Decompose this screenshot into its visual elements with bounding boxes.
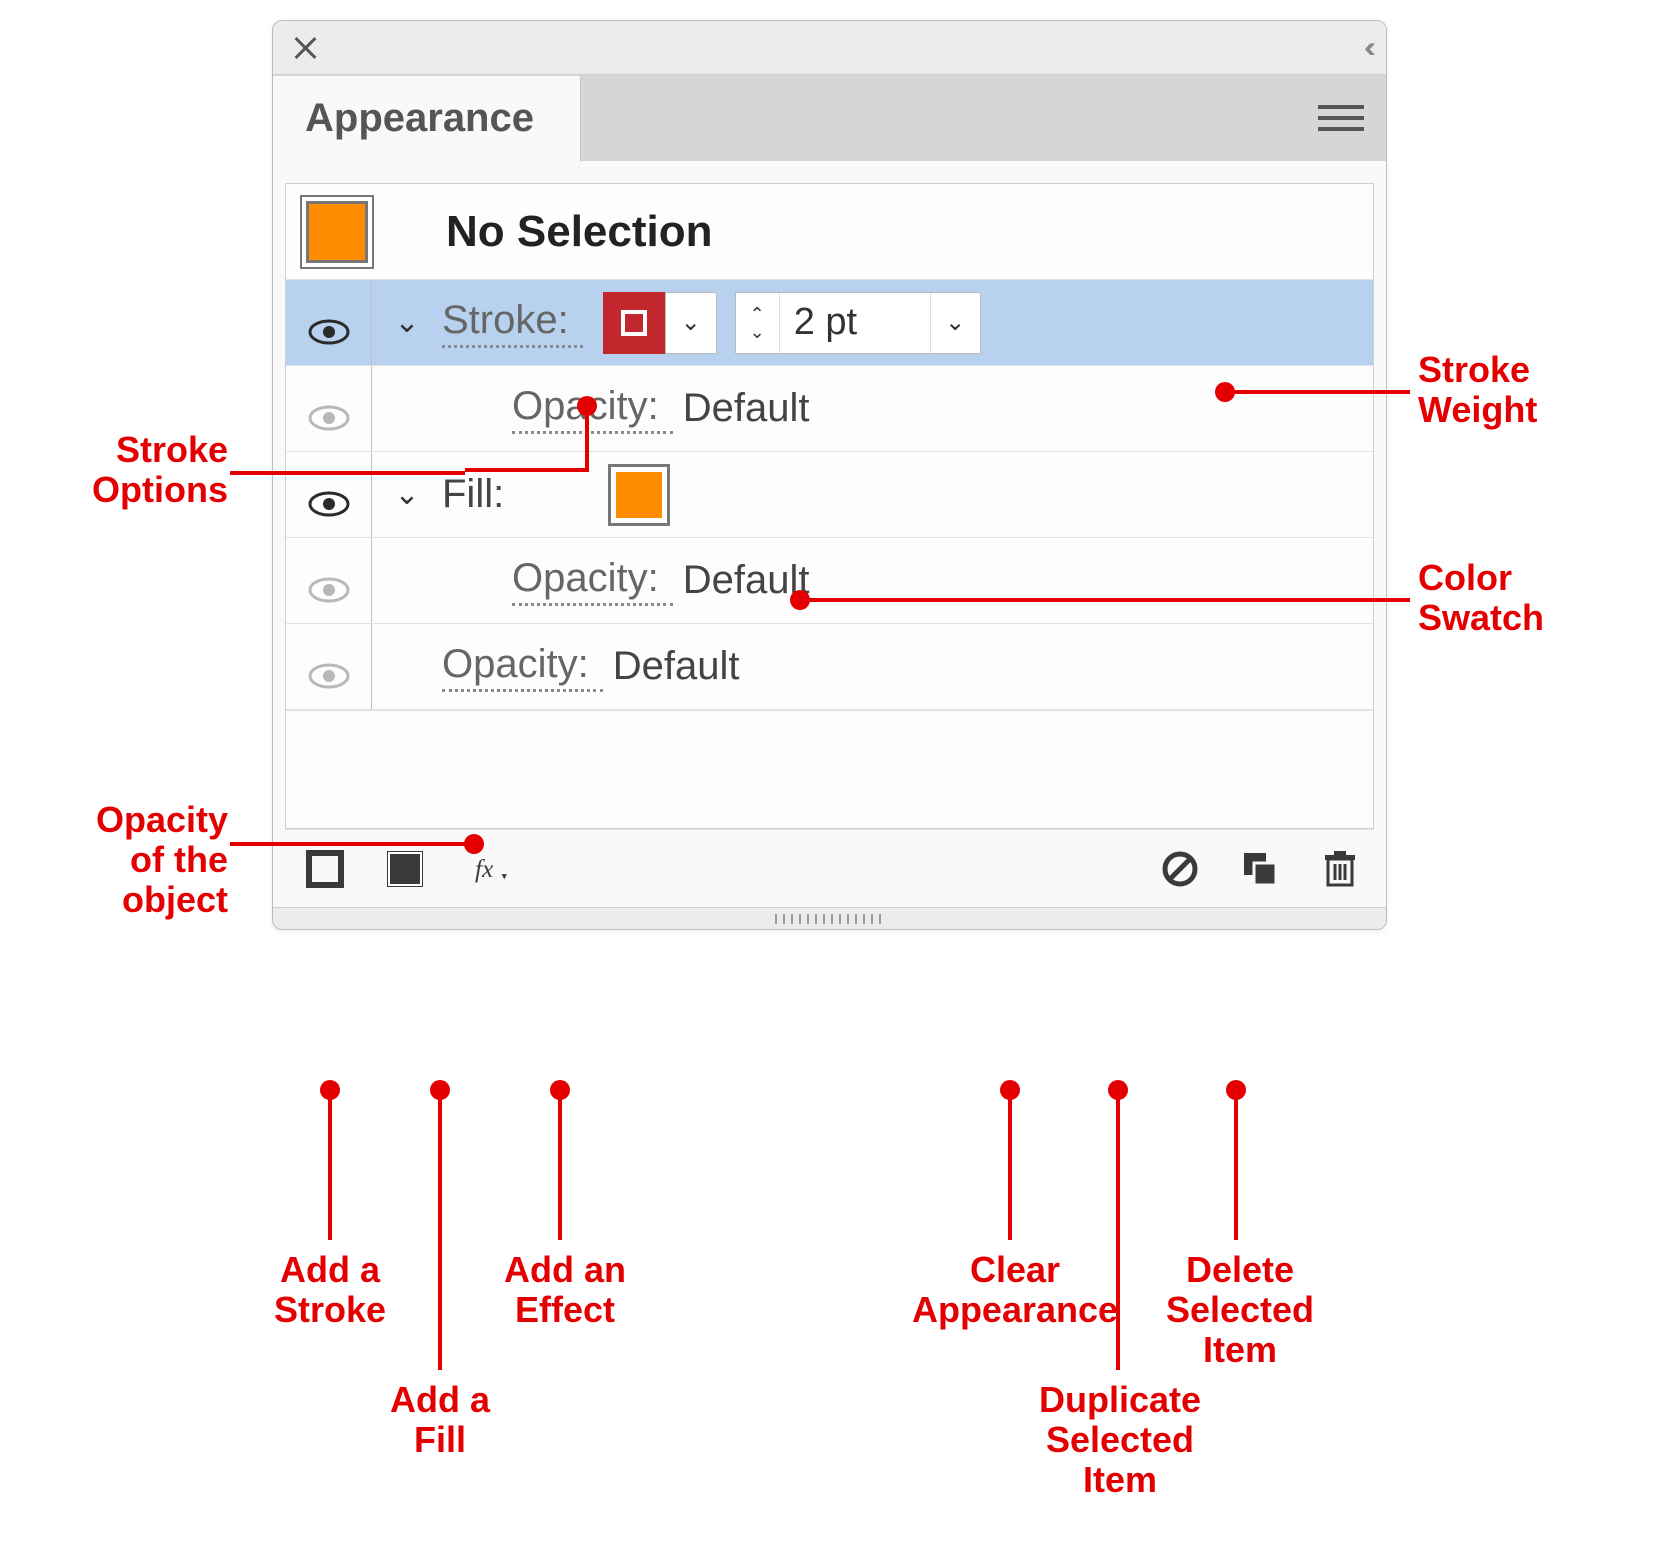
annotation-line [800, 598, 1410, 602]
expand-chevron-icon[interactable]: ⌄ [372, 477, 442, 512]
selection-header-row: No Selection [286, 184, 1373, 280]
add-stroke-button[interactable] [305, 849, 345, 889]
add-fill-button[interactable] [385, 849, 425, 889]
annotation-line [465, 468, 589, 472]
fill-color-swatch[interactable] [608, 464, 670, 526]
annotation-line [1234, 1090, 1238, 1240]
stepper-arrows-icon[interactable]: ⌃⌄ [736, 293, 780, 353]
stroke-color-swatch[interactable] [603, 292, 665, 354]
opacity-label[interactable]: Opacity: [512, 556, 673, 606]
opacity-value: Default [613, 644, 754, 689]
stroke-weight-input[interactable] [780, 301, 930, 344]
annotation-line [1008, 1090, 1012, 1240]
selection-thumbnail-fill [306, 201, 368, 263]
annotation-line [328, 1090, 332, 1240]
annotation-line [1116, 1090, 1120, 1370]
grip-icon [775, 914, 885, 924]
clear-appearance-button[interactable] [1160, 849, 1200, 889]
svg-text:▾: ▾ [502, 870, 508, 882]
stroke-weight-stepper[interactable]: ⌃⌄ ⌄ [735, 292, 981, 354]
flyout-menu-icon[interactable] [1318, 105, 1364, 131]
annotation-line [230, 842, 470, 846]
panel-titlebar: ‹‹ [273, 21, 1386, 75]
add-effect-button[interactable]: fx ▾ [465, 849, 525, 889]
visibility-eye-icon[interactable] [308, 482, 350, 508]
close-icon[interactable] [291, 34, 319, 62]
annotation-add-fill: Add a Fill [375, 1380, 505, 1460]
annotation-add-effect: Add an Effect [490, 1250, 640, 1330]
annotation-dot [1215, 382, 1235, 402]
opacity-label[interactable]: Opacity: [442, 642, 603, 692]
object-opacity-row[interactable]: Opacity: Default [286, 624, 1373, 710]
duplicate-item-button[interactable] [1240, 849, 1280, 889]
panel-resize-grip[interactable] [273, 907, 1386, 929]
visibility-eye-icon[interactable] [308, 396, 350, 422]
expand-chevron-icon[interactable]: ⌄ [372, 305, 442, 340]
visibility-eye-icon[interactable] [308, 654, 350, 680]
stroke-label[interactable]: Stroke: [442, 298, 583, 348]
stroke-color-dropdown[interactable]: ⌄ [665, 292, 717, 354]
delete-item-button[interactable] [1320, 849, 1360, 889]
annotation-dot [577, 396, 597, 416]
fill-row[interactable]: ⌄ Fill: [286, 452, 1373, 538]
svg-text:fx: fx [475, 855, 494, 883]
annotation-line [558, 1090, 562, 1240]
opacity-value: Default [683, 386, 824, 431]
annotation-line [1225, 390, 1410, 394]
annotation-line [230, 471, 465, 475]
visibility-eye-icon[interactable] [308, 310, 350, 336]
fill-opacity-row[interactable]: Opacity: Default [286, 538, 1373, 624]
tab-bar: Appearance [273, 75, 1386, 161]
panel-footer: fx ▾ [285, 829, 1374, 907]
annotation-stroke-weight: Stroke Weight [1418, 350, 1537, 430]
annotation-line [438, 1090, 442, 1370]
fill-label: Fill: [442, 472, 518, 517]
annotation-opacity-object: Opacity of the object [18, 800, 228, 920]
annotation-dot [464, 834, 484, 854]
annotation-dot [790, 590, 810, 610]
selection-title: No Selection [446, 207, 713, 257]
stroke-row[interactable]: ⌄ Stroke: ⌄ ⌃⌄ ⌄ [286, 280, 1373, 366]
collapse-chevrons-icon[interactable]: ‹‹ [1364, 31, 1368, 65]
annotation-stroke-options: Stroke Options [18, 430, 228, 510]
selection-thumbnail [300, 195, 374, 269]
annotation-duplicate: Duplicate Selected Item [1010, 1380, 1230, 1500]
annotation-delete: Delete Selected Item [1150, 1250, 1330, 1370]
annotation-add-stroke: Add a Stroke [265, 1250, 395, 1330]
annotation-color-swatch: Color Swatch [1418, 558, 1544, 638]
appearance-panel: ‹‹ Appearance No Selection [272, 20, 1387, 930]
stroke-weight-dropdown[interactable]: ⌄ [930, 293, 980, 353]
annotation-clear-appearance: Clear Appearance [900, 1250, 1130, 1330]
tab-appearance[interactable]: Appearance [273, 76, 581, 162]
stroke-opacity-row[interactable]: Opacity: Default [286, 366, 1373, 452]
panel-body: No Selection ⌄ Stroke: ⌄ ⌃⌄ [285, 183, 1374, 829]
empty-area [286, 710, 1373, 828]
visibility-eye-icon[interactable] [308, 568, 350, 594]
